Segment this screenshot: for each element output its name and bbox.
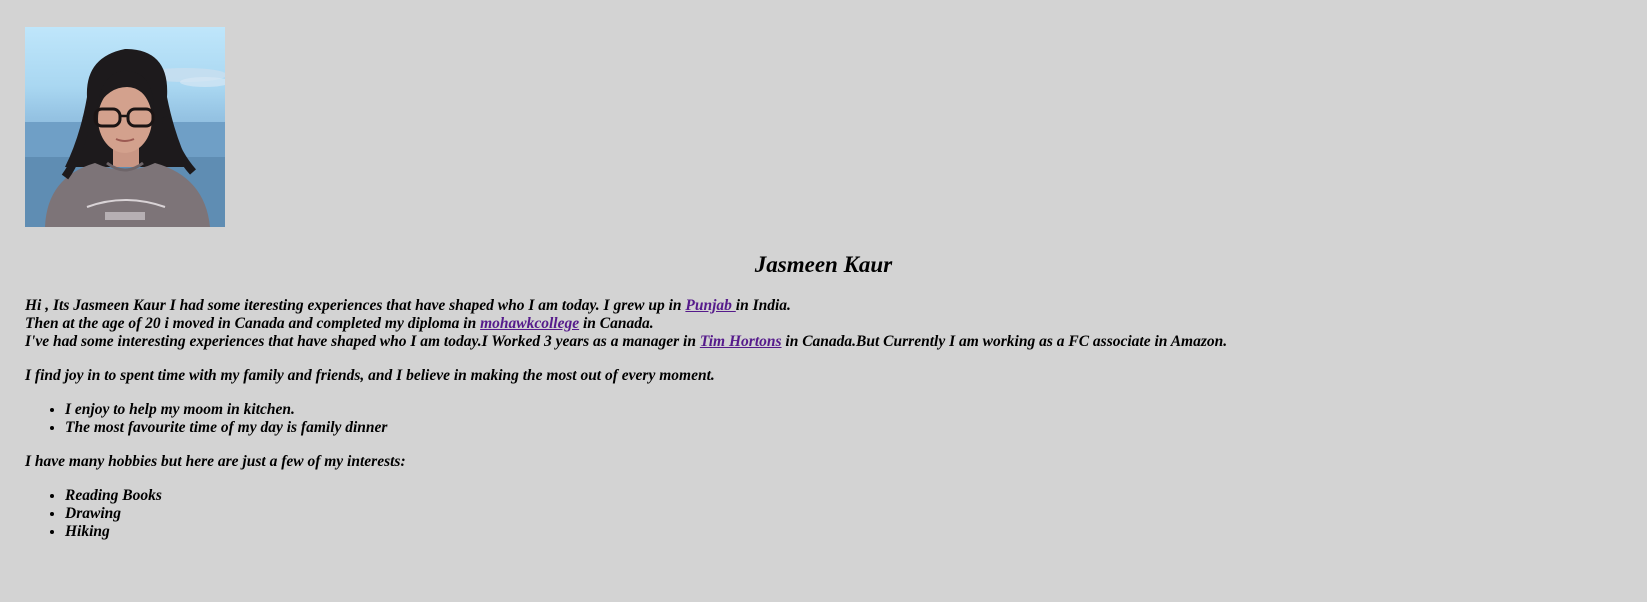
list-item: Drawing [65, 505, 1622, 523]
page: Jasmeen Kaur Hi , Its Jasmeen Kaur I had… [0, 0, 1647, 541]
joy-paragraph: I find joy in to spent time with my fami… [25, 367, 715, 384]
joy-list: I enjoy to help my moom in kitchen. The … [25, 401, 1622, 437]
hobbies-list: Reading Books Drawing Hiking [25, 487, 1622, 541]
page-title: Jasmeen Kaur [754, 252, 893, 277]
list-item: I enjoy to help my moom in kitchen. [65, 401, 1622, 419]
intro-text-3b: in Canada.But Currently I am working as … [781, 333, 1228, 350]
intro-text-3a: I've had some interesting experiences th… [25, 333, 700, 350]
intro-text-1b: in India. [735, 297, 791, 314]
list-item: Hiking [65, 523, 1622, 541]
intro-text-1a: Hi , Its Jasmeen Kaur I had some iterest… [25, 297, 686, 314]
tim-hortons-link[interactable]: Tim Hortons [700, 333, 782, 350]
hobbies-paragraph: I have many hobbies but here are just a … [25, 453, 406, 470]
profile-photo [25, 27, 225, 227]
intro-paragraph: Hi , Its Jasmeen Kaur I had some iterest… [25, 297, 1622, 351]
intro-text-2b: in Canada. [579, 315, 654, 332]
mohawkcollege-link[interactable]: mohawkcollege [480, 315, 579, 332]
intro-text-2a: Then at the age of 20 i moved in Canada … [25, 315, 481, 332]
profile-photo-image [25, 49, 225, 227]
list-item: The most favourite time of my day is fam… [65, 419, 1622, 437]
punjab-link[interactable]: Punjab [685, 297, 735, 314]
list-item: Reading Books [65, 487, 1622, 505]
